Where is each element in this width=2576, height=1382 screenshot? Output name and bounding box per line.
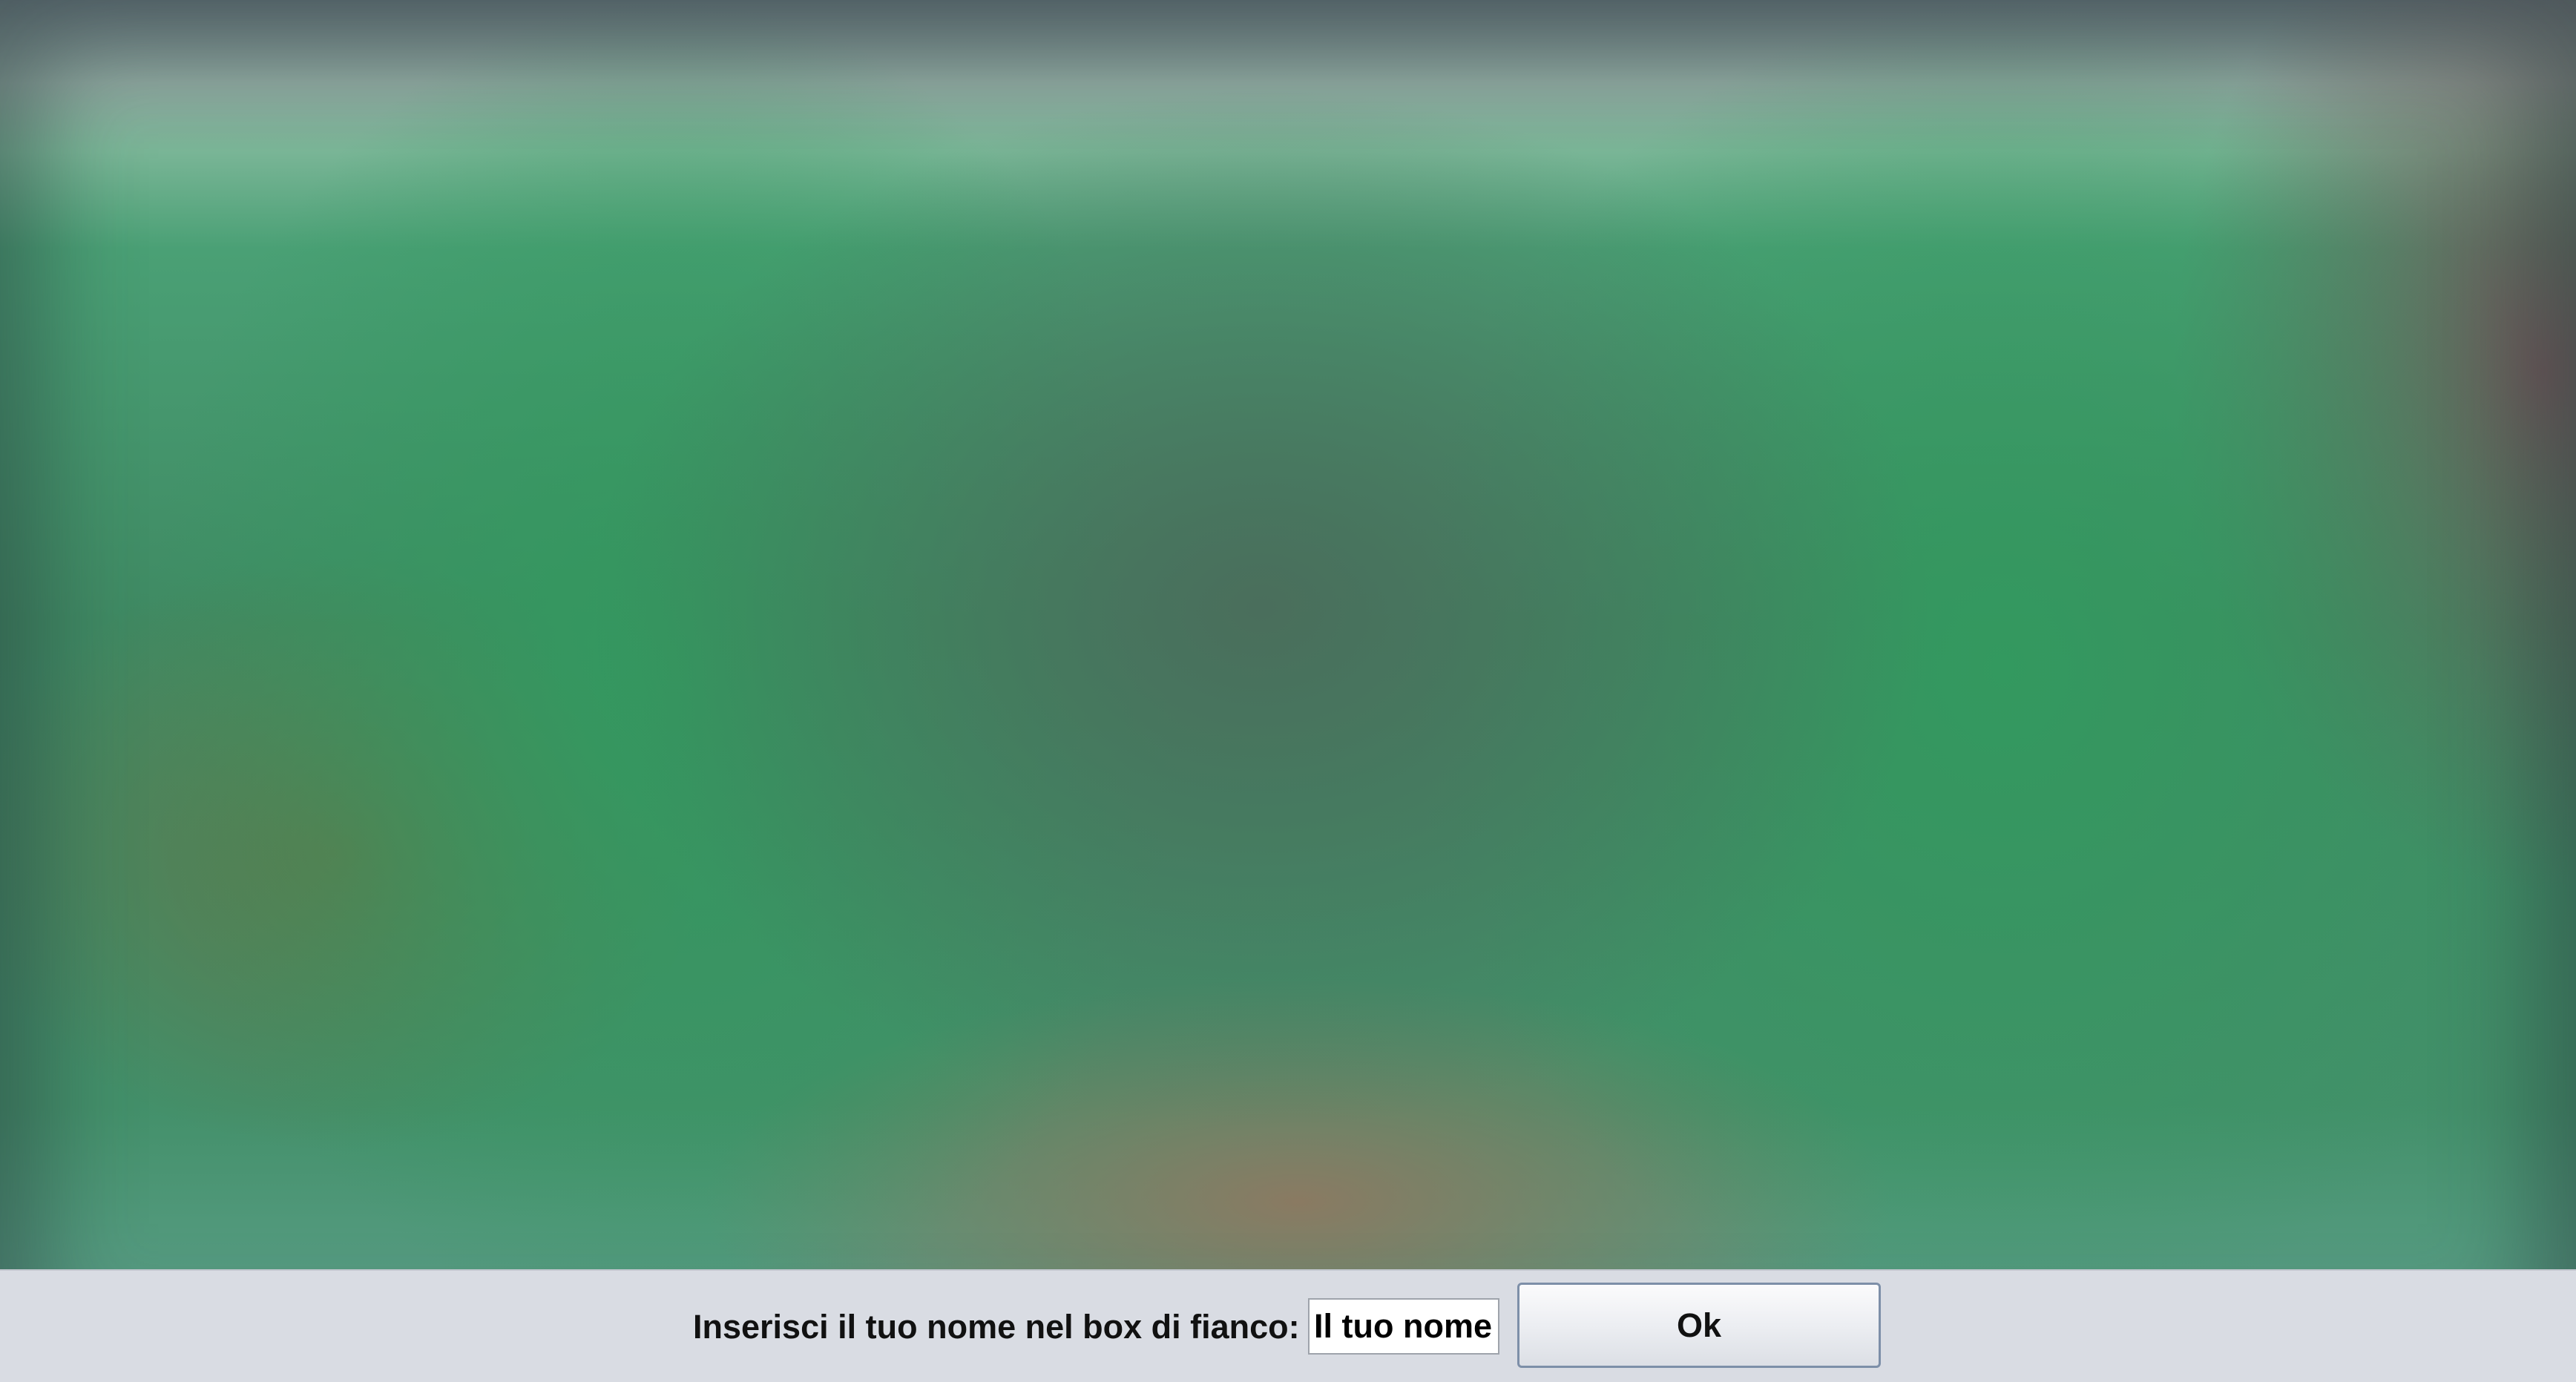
- app-window: Inserisci il tuo nome nel box di fianco:…: [0, 0, 2576, 1382]
- name-input[interactable]: [1308, 1298, 1499, 1355]
- name-prompt-label: Inserisci il tuo nome nel box di fianco:: [693, 1308, 1300, 1346]
- ok-button[interactable]: Ok: [1517, 1283, 1881, 1368]
- blurred-background-image: [0, 0, 2576, 1382]
